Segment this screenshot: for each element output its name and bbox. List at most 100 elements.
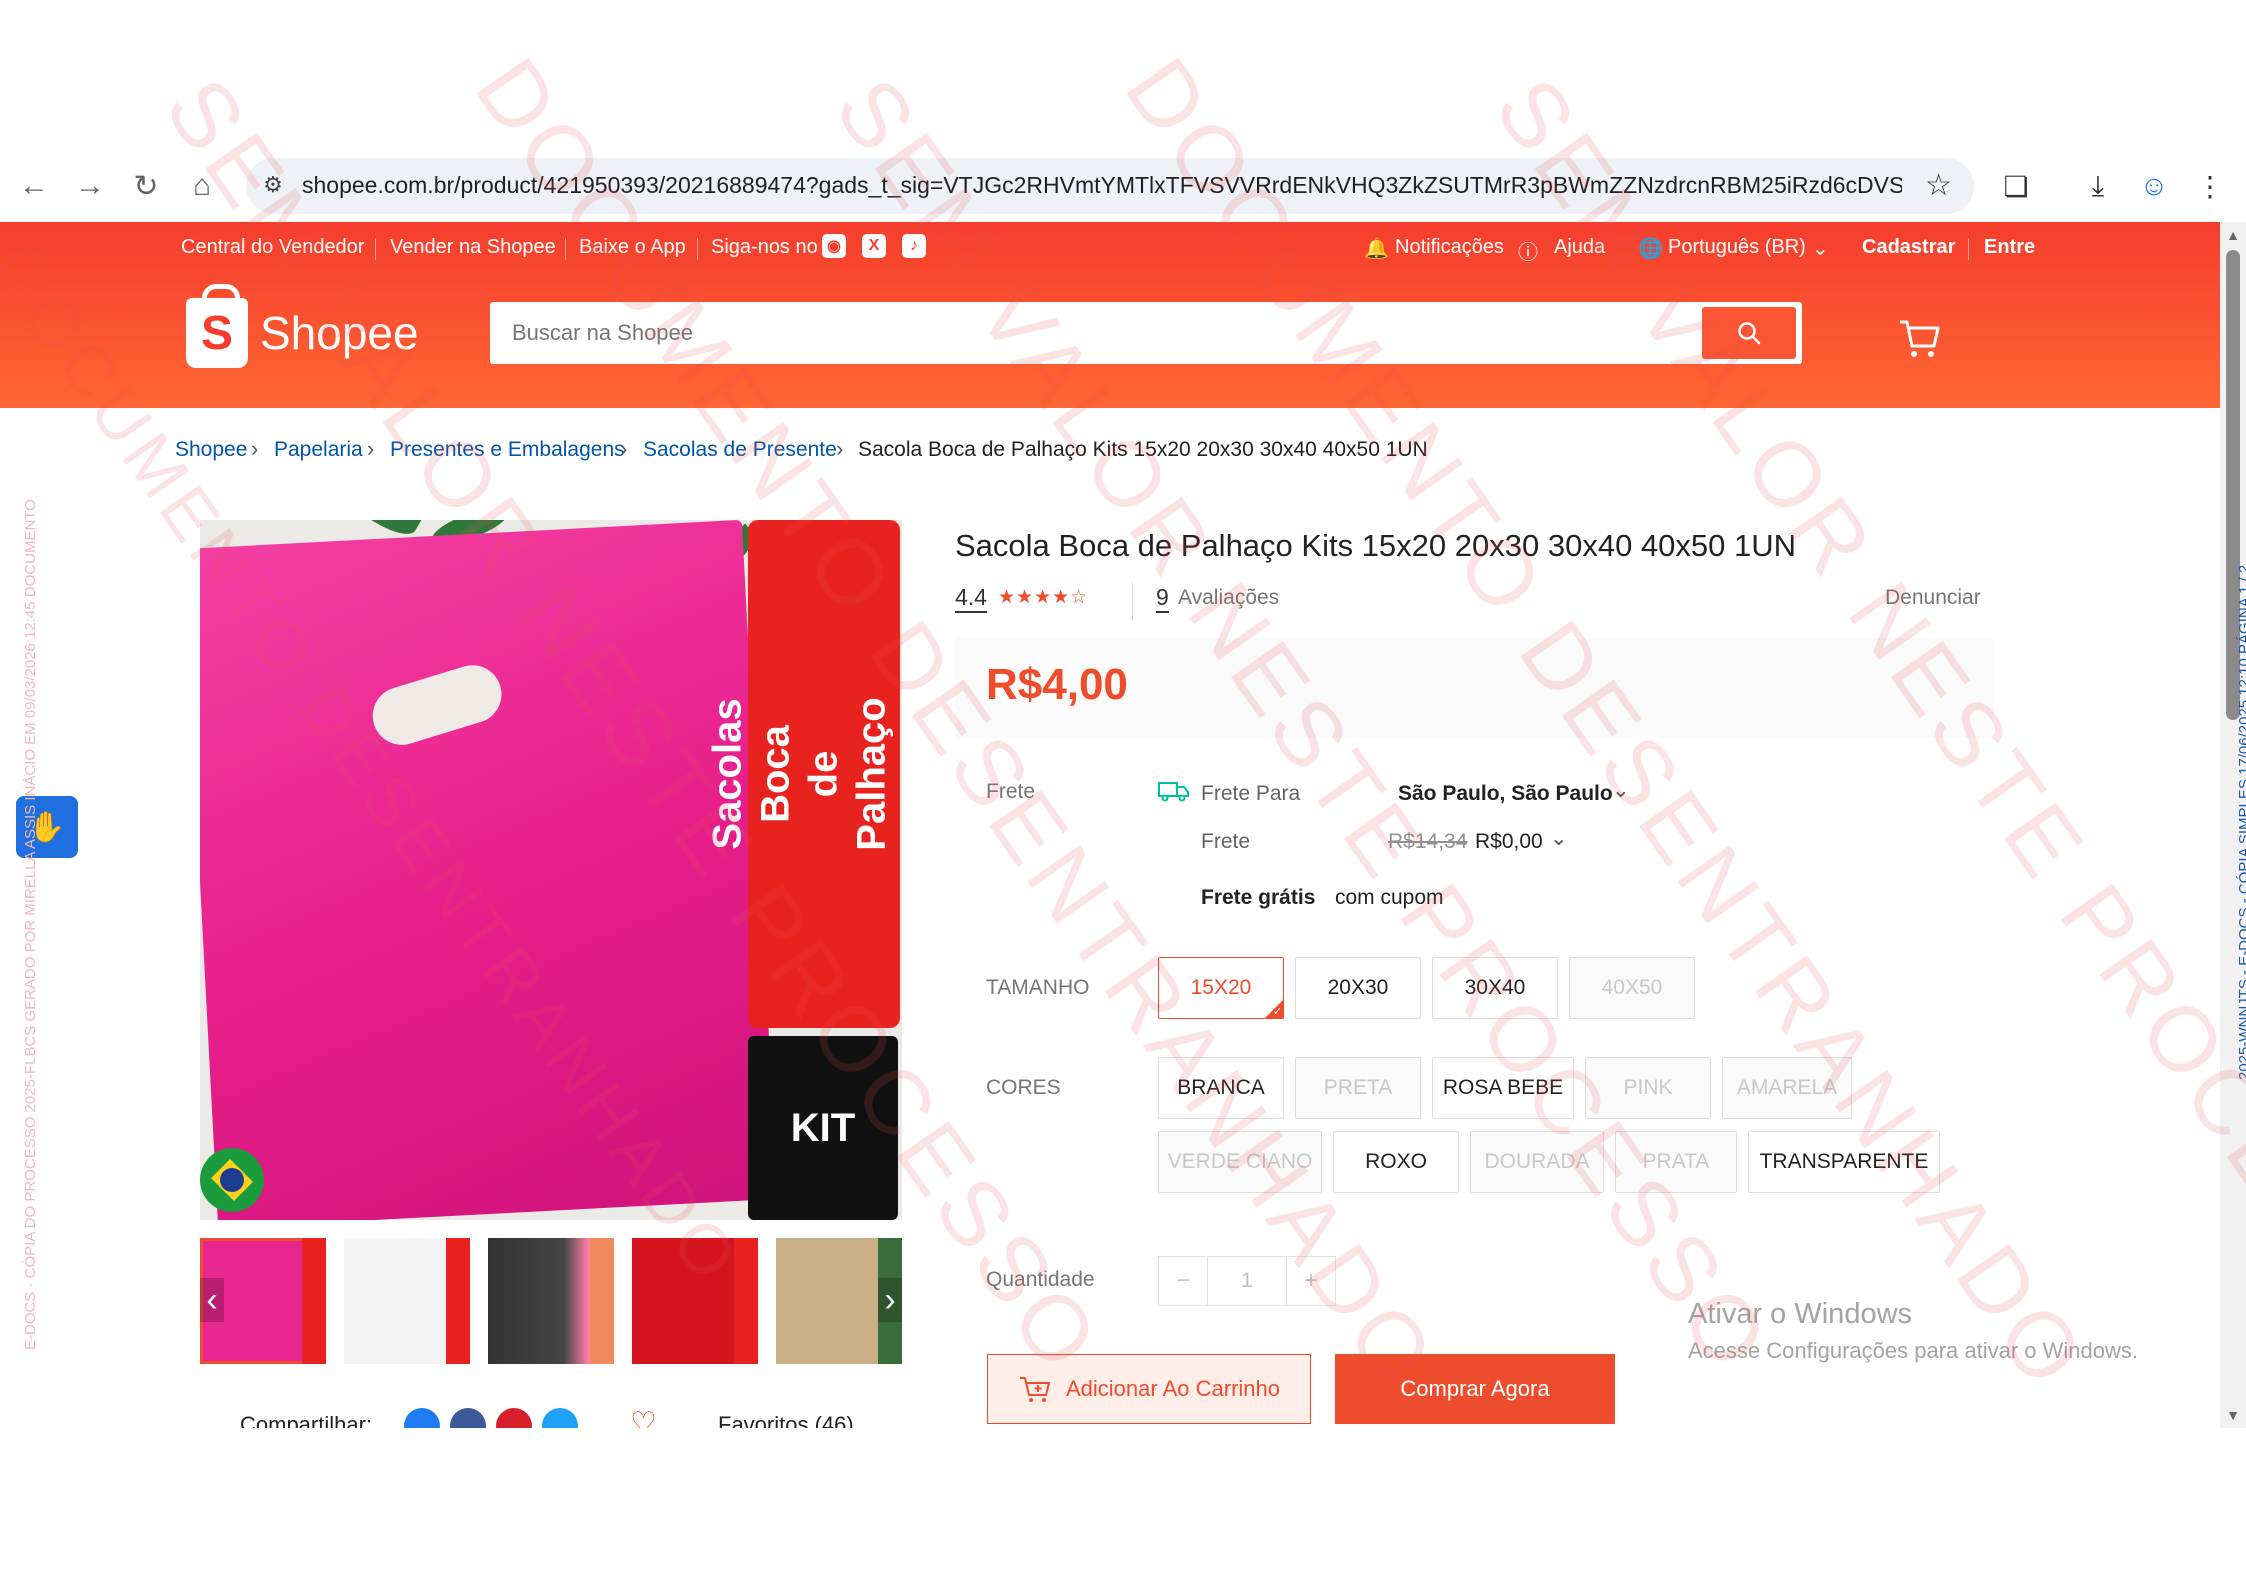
- download-icon[interactable]: ⤓: [2076, 164, 2120, 208]
- breadcrumb-item[interactable]: Sacolas de Presente: [643, 438, 837, 462]
- messenger-icon[interactable]: [404, 1408, 440, 1428]
- product-main-image[interactable]: Sacolas Boca de Palhaço Pink KIT: [200, 520, 902, 1220]
- size-option-30x40[interactable]: 30X40: [1432, 957, 1558, 1019]
- report-link[interactable]: Denunciar: [1885, 586, 1981, 610]
- tiktok-icon[interactable]: ♪: [902, 234, 926, 258]
- color-option-roxo[interactable]: ROXO: [1333, 1131, 1459, 1193]
- globe-icon[interactable]: 🌐: [1638, 236, 1663, 261]
- scroll-up-icon[interactable]: ▲: [2224, 226, 2242, 244]
- color-option-label: ROSA BEBE: [1442, 1076, 1564, 1099]
- breadcrumb-item[interactable]: Presentes e Embalagens: [390, 438, 625, 462]
- shipping-destination[interactable]: São Paulo, São Paulo: [1398, 782, 1613, 806]
- windows-activation-title: Ativar o Windows: [1688, 1298, 1913, 1330]
- thumbnail[interactable]: [632, 1238, 758, 1364]
- menu-kebab-icon[interactable]: ⋮: [2188, 164, 2232, 208]
- document-stamp-left: E-DOCS - CÓPIA DO PROCESSO 2025-FLBCS GE…: [22, 499, 39, 1350]
- kit-label: KIT: [748, 1036, 898, 1220]
- thumbnail[interactable]: [344, 1238, 470, 1364]
- logo-text: Shopee: [260, 307, 419, 359]
- thumbnail[interactable]: [488, 1238, 614, 1364]
- color-option-dourada[interactable]: DOURADA: [1470, 1131, 1604, 1193]
- size-option-label: 40X50: [1601, 976, 1663, 999]
- color-option-label: BRANCA: [1177, 1076, 1265, 1099]
- add-to-cart-label: Adicionar Ao Carrinho: [1065, 1376, 1280, 1401]
- image-banner-text: Sacolas Boca de Palhaço Pink: [706, 520, 902, 1028]
- profile-icon[interactable]: ☺: [2132, 164, 2176, 208]
- truck-icon: [1158, 782, 1189, 802]
- help-icon[interactable]: ⓘ: [1518, 236, 1538, 265]
- facebook-icon[interactable]: [450, 1408, 486, 1428]
- twitter-icon[interactable]: [542, 1408, 578, 1428]
- chevron-down-icon[interactable]: ⌄: [1812, 236, 1829, 261]
- login-link[interactable]: Entre: [1984, 236, 2035, 259]
- notifications-link[interactable]: Notificações: [1395, 236, 1504, 259]
- color-option-amarela[interactable]: AMARELA: [1722, 1057, 1852, 1119]
- chevron-right-icon: ›: [620, 436, 628, 461]
- shopee-bag-icon: S: [186, 284, 248, 368]
- size-option-15x20[interactable]: 15X20 ✓: [1158, 957, 1284, 1019]
- free-shipping-label: Frete grátis: [1201, 886, 1316, 909]
- size-option-40x50[interactable]: 40X50: [1569, 957, 1695, 1019]
- color-option-branca[interactable]: BRANCA: [1158, 1057, 1284, 1119]
- quantity-decrease-button[interactable]: −: [1158, 1256, 1208, 1306]
- rating-stars-icon: ★★★★☆: [998, 587, 1089, 608]
- address-bar[interactable]: ⚙ shopee.com.br/product/421950393/202168…: [246, 158, 1974, 214]
- arrow-right-icon[interactable]: →: [68, 164, 112, 208]
- color-option-label: PRATA: [1642, 1150, 1710, 1173]
- seller-center-link[interactable]: Central do Vendedor: [181, 236, 364, 259]
- color-option-transparente[interactable]: TRANSPARENTE: [1748, 1131, 1940, 1193]
- rating-value[interactable]: 4.4: [955, 584, 987, 613]
- divider: [565, 238, 566, 260]
- shopee-logo[interactable]: S Shopee: [186, 284, 419, 368]
- extensions-icon[interactable]: ❏: [1994, 164, 2038, 208]
- scroll-down-icon[interactable]: ▼: [2224, 1406, 2242, 1424]
- chevron-right-icon[interactable]: ›: [878, 1278, 902, 1322]
- color-option-label: PINK: [1623, 1076, 1673, 1099]
- quantity-input[interactable]: 1: [1207, 1256, 1287, 1306]
- home-icon[interactable]: ⌂: [180, 164, 224, 208]
- share-label: Compartilhar:: [240, 1412, 373, 1428]
- search-input[interactable]: [490, 302, 1680, 364]
- size-option-20x30[interactable]: 20X30: [1295, 957, 1421, 1019]
- sell-link[interactable]: Vender na Shopee: [390, 236, 556, 259]
- bookmark-star-icon[interactable]: ☆: [1925, 168, 1952, 203]
- favorites-count[interactable]: Favoritos (46): [718, 1412, 854, 1428]
- color-option-preta[interactable]: PRETA: [1295, 1057, 1421, 1119]
- windows-activation-hint: Acesse Configurações para ativar o Windo…: [1688, 1338, 2138, 1363]
- app-link[interactable]: Baixe o App: [579, 236, 686, 259]
- color-option-verde-ciano[interactable]: VERDE CIANO: [1158, 1131, 1322, 1193]
- buy-now-button[interactable]: Comprar Agora: [1335, 1354, 1615, 1424]
- shopee-header: Central do Vendedor Vender na Shopee Bai…: [0, 222, 2220, 408]
- breadcrumb-item[interactable]: Papelaria: [274, 438, 363, 462]
- cart-icon[interactable]: [1896, 314, 1944, 362]
- quantity-label: Quantidade: [986, 1268, 1095, 1291]
- bell-icon[interactable]: 🔔: [1364, 236, 1389, 261]
- pinterest-icon[interactable]: [496, 1408, 532, 1428]
- search-button[interactable]: [1702, 307, 1796, 359]
- chevron-left-icon[interactable]: ‹: [200, 1278, 224, 1322]
- help-link[interactable]: Ajuda: [1554, 236, 1605, 259]
- quantity-increase-button[interactable]: +: [1286, 1256, 1336, 1306]
- chevron-down-icon[interactable]: ⌄: [1550, 826, 1568, 851]
- x-twitter-icon[interactable]: X: [862, 234, 886, 258]
- search-icon: [1738, 322, 1761, 345]
- cart-plus-icon: [1019, 1377, 1050, 1402]
- reviews-count[interactable]: 9: [1156, 584, 1169, 613]
- color-option-rosa-bebe[interactable]: ROSA BEBE: [1432, 1057, 1574, 1119]
- site-settings-icon[interactable]: ⚙: [258, 170, 288, 200]
- breadcrumb-item[interactable]: Shopee: [175, 438, 247, 462]
- size-option-label: 20X30: [1327, 976, 1389, 999]
- register-link[interactable]: Cadastrar: [1862, 236, 1955, 259]
- heart-icon[interactable]: ♡: [630, 1406, 657, 1428]
- color-option-pink[interactable]: PINK: [1585, 1057, 1711, 1119]
- shipping-new-cost[interactable]: R$0,00: [1475, 830, 1543, 854]
- add-to-cart-button[interactable]: Adicionar Ao Carrinho: [987, 1354, 1311, 1424]
- reload-icon[interactable]: ↻: [124, 164, 168, 208]
- chevron-down-icon[interactable]: ⌄: [1612, 778, 1630, 803]
- arrow-left-icon[interactable]: ←: [12, 164, 56, 208]
- shipping-to-label: Frete Para: [1201, 782, 1301, 805]
- url-text[interactable]: shopee.com.br/product/421950393/20216889…: [302, 172, 1902, 199]
- language-selector[interactable]: Português (BR): [1668, 236, 1806, 259]
- instagram-icon[interactable]: ◉: [822, 234, 846, 258]
- color-option-prata[interactable]: PRATA: [1615, 1131, 1737, 1193]
